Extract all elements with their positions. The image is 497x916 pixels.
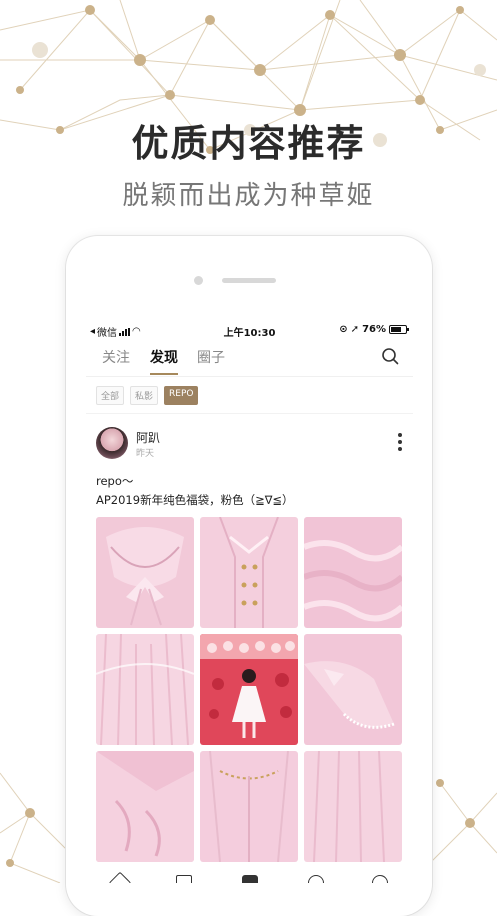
promo-headline: 优质内容推荐: [131, 122, 366, 165]
photo-dress-front-buttons[interactable]: [200, 517, 298, 628]
filter-all[interactable]: 全部: [96, 386, 125, 405]
photo-skirt-gathers[interactable]: [96, 634, 194, 745]
promo-subline: 脱颖而出成为种草姬: [122, 181, 375, 211]
app-screen: ◂ 微信 ◠ 上午10:30 ⊙ ➚ 76% 关注 发现 圈子 全部 私影 RE…: [86, 320, 413, 883]
photo-skirt-hem[interactable]: [304, 751, 402, 862]
bottom-tab-bar: [86, 871, 413, 883]
home-icon[interactable]: [108, 871, 132, 883]
location-icon: ➚: [350, 324, 360, 335]
filter-chips: 全部 私影 REPO: [96, 386, 199, 405]
search-icon[interactable]: [381, 347, 399, 365]
battery-icon: [389, 325, 409, 334]
photo-grid: [96, 517, 402, 862]
top-tabs: 关注 发现 圈子: [86, 342, 413, 377]
photo-collar-bow[interactable]: [96, 517, 194, 628]
phone-camera: [194, 276, 203, 285]
tab-follow[interactable]: 关注: [102, 347, 130, 367]
status-bar: ◂ 微信 ◠ 上午10:30 ⊙ ➚ 76%: [86, 320, 413, 340]
post-text-line-1: repo～: [96, 474, 134, 488]
profile-icon[interactable]: [372, 875, 388, 883]
phone-speaker: [222, 278, 276, 283]
add-post-icon[interactable]: [242, 875, 258, 883]
filter-private-shoot[interactable]: 私影: [130, 386, 159, 405]
photo-ruffle-tiers[interactable]: [304, 517, 402, 628]
filter-repo[interactable]: REPO: [164, 386, 199, 405]
divider: [86, 413, 413, 414]
tab-circles[interactable]: 圈子: [197, 347, 225, 367]
more-vertical-icon[interactable]: [394, 431, 406, 455]
post-text-line-2: AP2019新年纯色福袋，粉色（≧∇≦）: [96, 493, 294, 507]
photo-ruffled-sleeve[interactable]: [304, 634, 402, 745]
shop-icon[interactable]: [176, 875, 192, 883]
status-right: ⊙ ➚ 76%: [339, 324, 409, 335]
messages-icon[interactable]: [308, 875, 324, 883]
tab-discover[interactable]: 发现: [150, 347, 178, 375]
post-time: 昨天: [136, 449, 155, 459]
photo-bodice-back[interactable]: [200, 751, 298, 862]
post-header: 阿趴 昨天: [96, 427, 406, 463]
photo-model-red-backdrop[interactable]: [200, 634, 298, 745]
avatar[interactable]: [96, 427, 128, 459]
battery-percent: 76%: [362, 324, 386, 335]
rotation-lock-icon: ⊙: [339, 324, 348, 335]
photo-cuff-ruffle[interactable]: [96, 751, 194, 862]
post-text: repo～ AP2019新年纯色福袋，粉色（≧∇≦）: [96, 472, 406, 510]
post-username[interactable]: 阿趴: [136, 429, 160, 446]
